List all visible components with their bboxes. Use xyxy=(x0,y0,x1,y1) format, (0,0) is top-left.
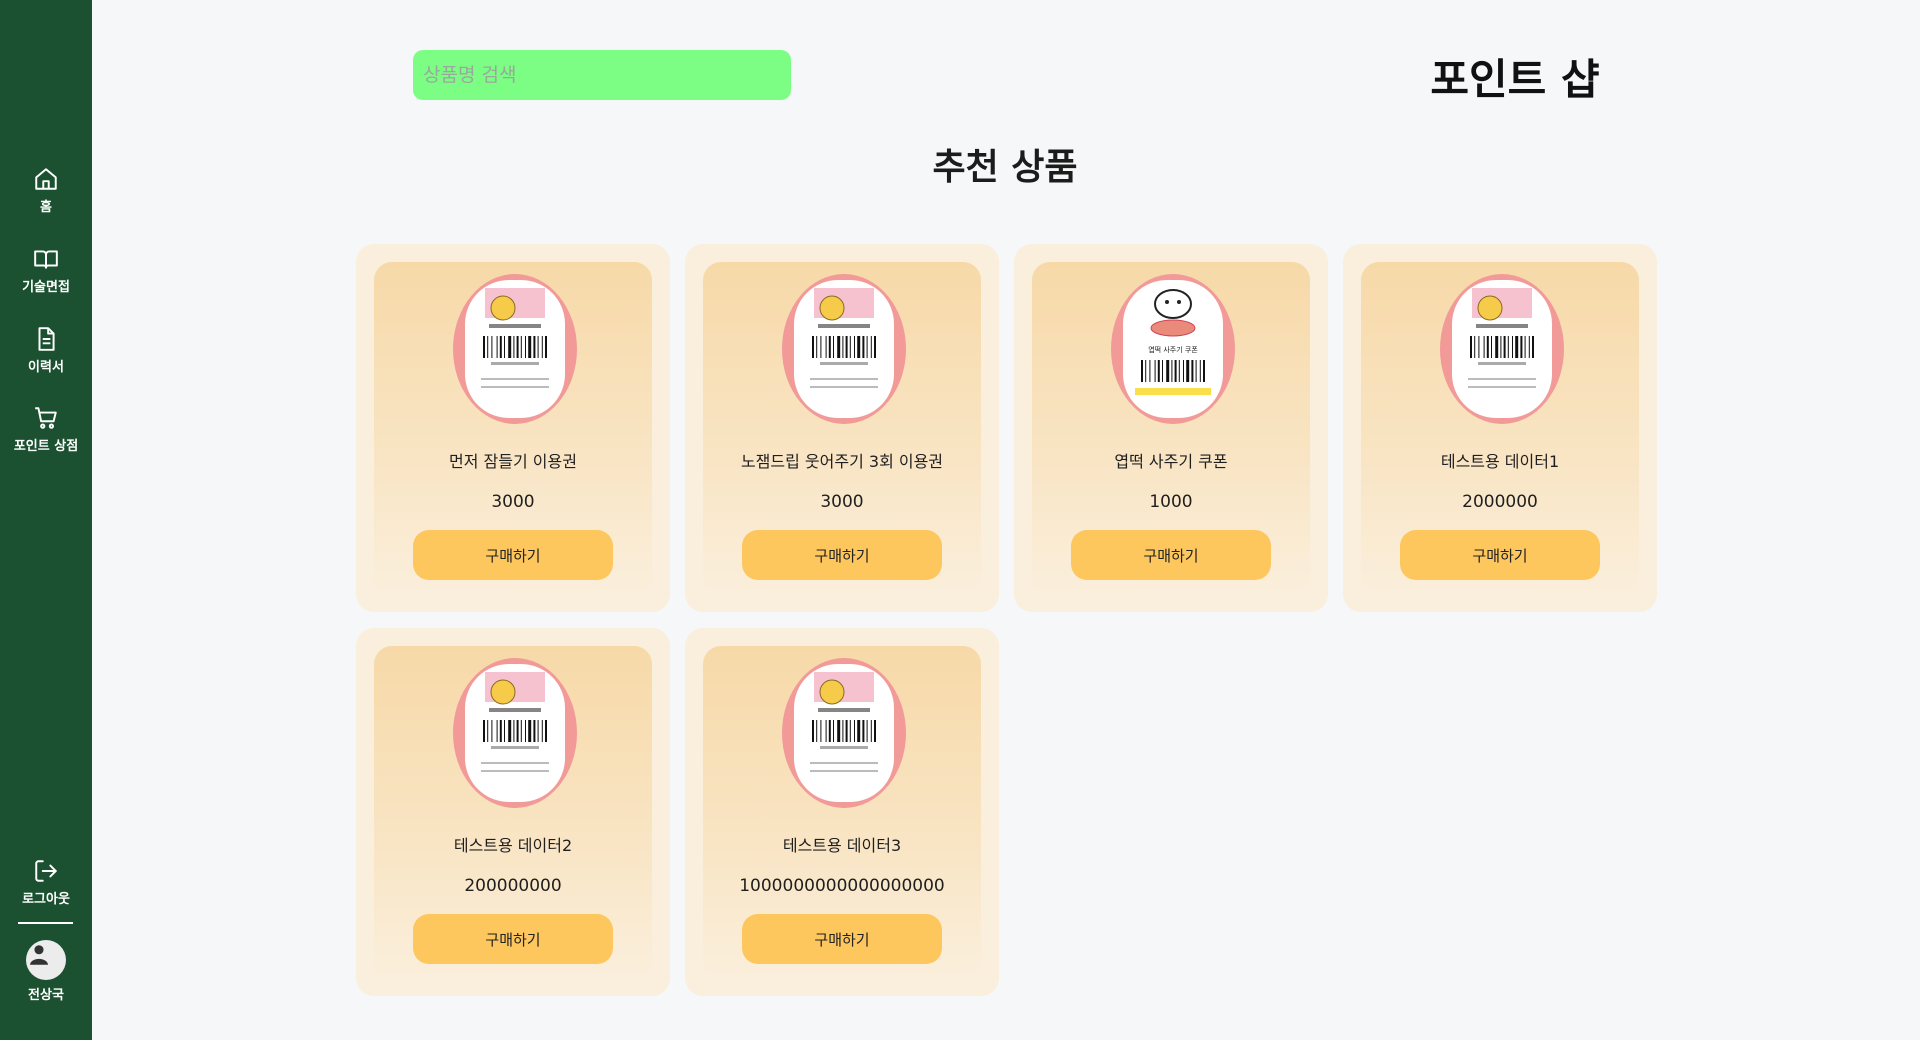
product-price: 3000 xyxy=(491,492,535,512)
coupon-image xyxy=(794,664,894,802)
user-name: 전상국 xyxy=(28,988,64,1003)
buy-button[interactable]: 구매하기 xyxy=(742,914,942,964)
product-image xyxy=(453,658,577,808)
product-price: 2000000 xyxy=(1462,492,1538,512)
search-input[interactable] xyxy=(413,50,791,100)
product-name: 테스트용 데이터3 xyxy=(782,836,902,855)
product-card-inner: 먼저 잠들기 이용권 3000 구매하기 xyxy=(374,262,652,594)
product-price: 1000000000000000000 xyxy=(739,876,945,896)
sidebar-item-label: 포인트 상점 xyxy=(13,439,79,454)
sidebar-item-label: 기술면접 xyxy=(22,280,70,295)
sidebar-item-label: 홈 xyxy=(40,200,52,215)
buy-button[interactable]: 구매하기 xyxy=(413,914,613,964)
home-icon xyxy=(35,168,57,190)
product-card: 테스트용 데이터1 2000000 구매하기 xyxy=(1343,244,1657,612)
product-name: 테스트용 데이터2 xyxy=(453,836,573,855)
sidebar-item-interview[interactable]: 기술면접 xyxy=(0,246,92,295)
product-name: 테스트용 데이터1 xyxy=(1440,452,1560,471)
product-price: 1000 xyxy=(1149,492,1193,512)
document-icon xyxy=(38,327,55,351)
product-card-inner: 노잼드립 웃어주기 3회 이용권 3000 구매하기 xyxy=(703,262,981,594)
sidebar-divider xyxy=(18,922,73,924)
logout-icon xyxy=(35,860,57,882)
coupon-image xyxy=(1452,280,1552,418)
buy-button[interactable]: 구매하기 xyxy=(1071,530,1271,580)
user-profile[interactable]: 전상국 xyxy=(0,940,92,1003)
avatar-icon xyxy=(26,940,66,980)
product-card-inner: 엽떡 사주기 쿠폰 엽떡 사주기 쿠폰 1000 구매하기 xyxy=(1032,262,1310,594)
coupon-image xyxy=(465,280,565,418)
buy-button[interactable]: 구매하기 xyxy=(413,530,613,580)
coupon-image xyxy=(794,280,894,418)
product-card-inner: 테스트용 데이터1 2000000 구매하기 xyxy=(1361,262,1639,594)
product-card: 테스트용 데이터3 1000000000000000000 구매하기 xyxy=(685,628,999,996)
sidebar-item-home[interactable]: 홈 xyxy=(0,166,92,215)
product-card-inner: 테스트용 데이터3 1000000000000000000 구매하기 xyxy=(703,646,981,978)
page-title: 포인트 샵 xyxy=(1430,55,1600,104)
product-image xyxy=(1440,274,1564,424)
product-name: 먼저 잠들기 이용권 xyxy=(449,452,577,471)
product-card: 먼저 잠들기 이용권 3000 구매하기 xyxy=(356,244,670,612)
product-card-inner: 테스트용 데이터2 200000000 구매하기 xyxy=(374,646,652,978)
product-price: 3000 xyxy=(820,492,864,512)
book-icon xyxy=(34,250,58,269)
product-image: 엽떡 사주기 쿠폰 xyxy=(1111,274,1235,424)
sidebar-item-point-store[interactable]: 포인트 상점 xyxy=(0,405,92,454)
product-image xyxy=(453,274,577,424)
sidebar: 홈 기술면접 이력서 포인트 상점 로그아웃 전상국 xyxy=(0,0,92,1040)
coupon-image xyxy=(465,664,565,802)
cart-icon xyxy=(35,407,57,429)
product-image xyxy=(782,274,906,424)
product-price: 200000000 xyxy=(464,876,562,896)
product-name: 노잼드립 웃어주기 3회 이용권 xyxy=(740,452,944,471)
product-image xyxy=(782,658,906,808)
product-card: 엽떡 사주기 쿠폰 엽떡 사주기 쿠폰 1000 구매하기 xyxy=(1014,244,1328,612)
sidebar-item-resume[interactable]: 이력서 xyxy=(0,326,92,375)
coupon-image: 엽떡 사주기 쿠폰 xyxy=(1123,280,1223,418)
logout-button[interactable]: 로그아웃 xyxy=(0,858,92,907)
buy-button[interactable]: 구매하기 xyxy=(1400,530,1600,580)
sidebar-item-label: 이력서 xyxy=(28,360,64,375)
product-card: 테스트용 데이터2 200000000 구매하기 xyxy=(356,628,670,996)
product-name: 엽떡 사주기 쿠폰 xyxy=(1114,452,1228,471)
svg-text:엽떡 사주기 쿠폰: 엽떡 사주기 쿠폰 xyxy=(1148,345,1198,354)
buy-button[interactable]: 구매하기 xyxy=(742,530,942,580)
product-card: 노잼드립 웃어주기 3회 이용권 3000 구매하기 xyxy=(685,244,999,612)
logout-label: 로그아웃 xyxy=(22,892,70,907)
section-title: 추천 상품 xyxy=(932,147,1078,188)
